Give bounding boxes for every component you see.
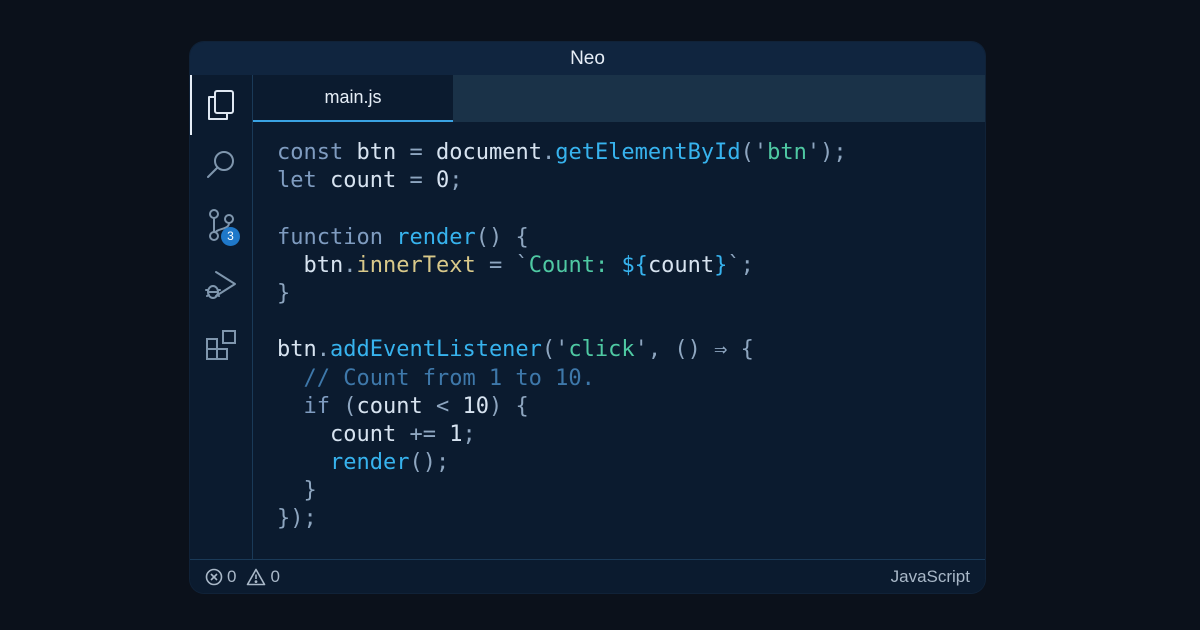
- activity-extensions-button[interactable]: [190, 315, 252, 375]
- code-line: render();: [329, 450, 450, 476]
- problems-indicator[interactable]: 0 0: [205, 560, 286, 593]
- source-control-badge: 3: [221, 227, 240, 246]
- activity-search-button[interactable]: [190, 135, 252, 195]
- editor-window: Neo 3 main.js const btn = document.getEl…: [190, 42, 985, 593]
- code-line: count += 1;: [329, 421, 476, 447]
- search-icon: [207, 151, 234, 178]
- code-line: let count = 0;: [277, 168, 463, 194]
- code-editor[interactable]: const btn = document.getElementById('btn…: [253, 122, 985, 559]
- activity-explorer-button[interactable]: [190, 75, 252, 135]
- code-line: btn.addEventListener('click', () ⇒ {: [277, 337, 754, 363]
- error-icon: [205, 568, 223, 586]
- code-line: }: [277, 280, 291, 306]
- warning-count: 0: [270, 567, 280, 586]
- language-mode[interactable]: JavaScript: [891, 560, 970, 593]
- code-line: function render() {: [277, 224, 529, 250]
- activity-run-debug-button[interactable]: [190, 255, 252, 315]
- code-content: const btn = document.getElementById('btn…: [277, 139, 847, 534]
- files-icon: [208, 90, 234, 120]
- activity-source-control-button[interactable]: 3: [190, 195, 252, 255]
- tab-bar: main.js: [253, 75, 985, 122]
- activity-bar: 3: [190, 75, 253, 559]
- code-line: if (count < 10) {: [303, 393, 529, 419]
- extensions-icon: [206, 330, 236, 360]
- error-count: 0: [227, 567, 237, 586]
- code-line: });: [277, 506, 317, 532]
- code-line: // Count from 1 to 10.: [303, 365, 595, 391]
- code-line: }: [303, 478, 317, 504]
- status-bar: 0 0 JavaScript: [190, 559, 985, 593]
- code-line: btn.innerText = `Count: ${count}`;: [303, 252, 754, 278]
- run-debug-icon: [205, 271, 236, 299]
- warning-icon: [247, 568, 266, 586]
- window-title: Neo: [190, 42, 985, 75]
- tab-main-js[interactable]: main.js: [253, 75, 453, 122]
- code-line: const btn = document.getElementById('btn…: [277, 140, 847, 165]
